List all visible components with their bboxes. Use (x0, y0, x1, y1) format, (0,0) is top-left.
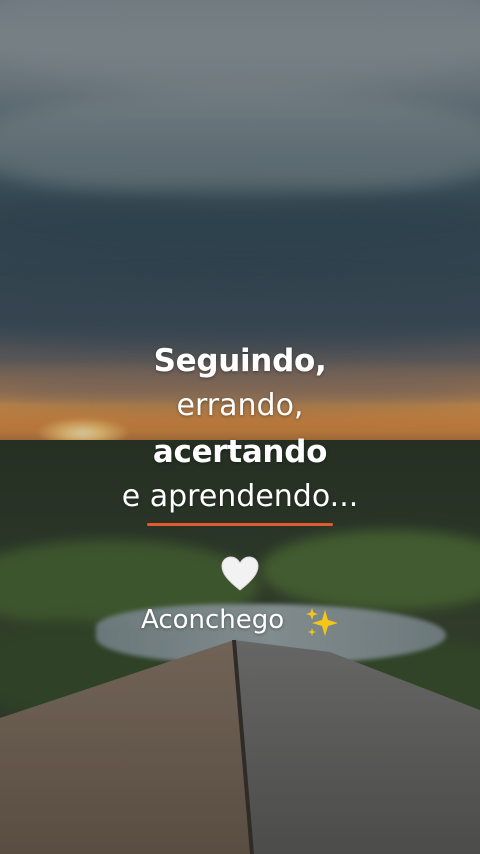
white-heart-icon (221, 556, 259, 591)
caption-line-1: Seguindo, (153, 343, 327, 379)
sparkles-icon (306, 608, 338, 636)
caption-line-4: e aprendendo... (121, 479, 359, 514)
caption-line-3: acertando (152, 434, 328, 470)
accent-divider (147, 523, 333, 526)
caption: Seguindo, errando, acertando e aprendend… (0, 0, 480, 854)
caption-line-2: errando, (176, 388, 304, 423)
